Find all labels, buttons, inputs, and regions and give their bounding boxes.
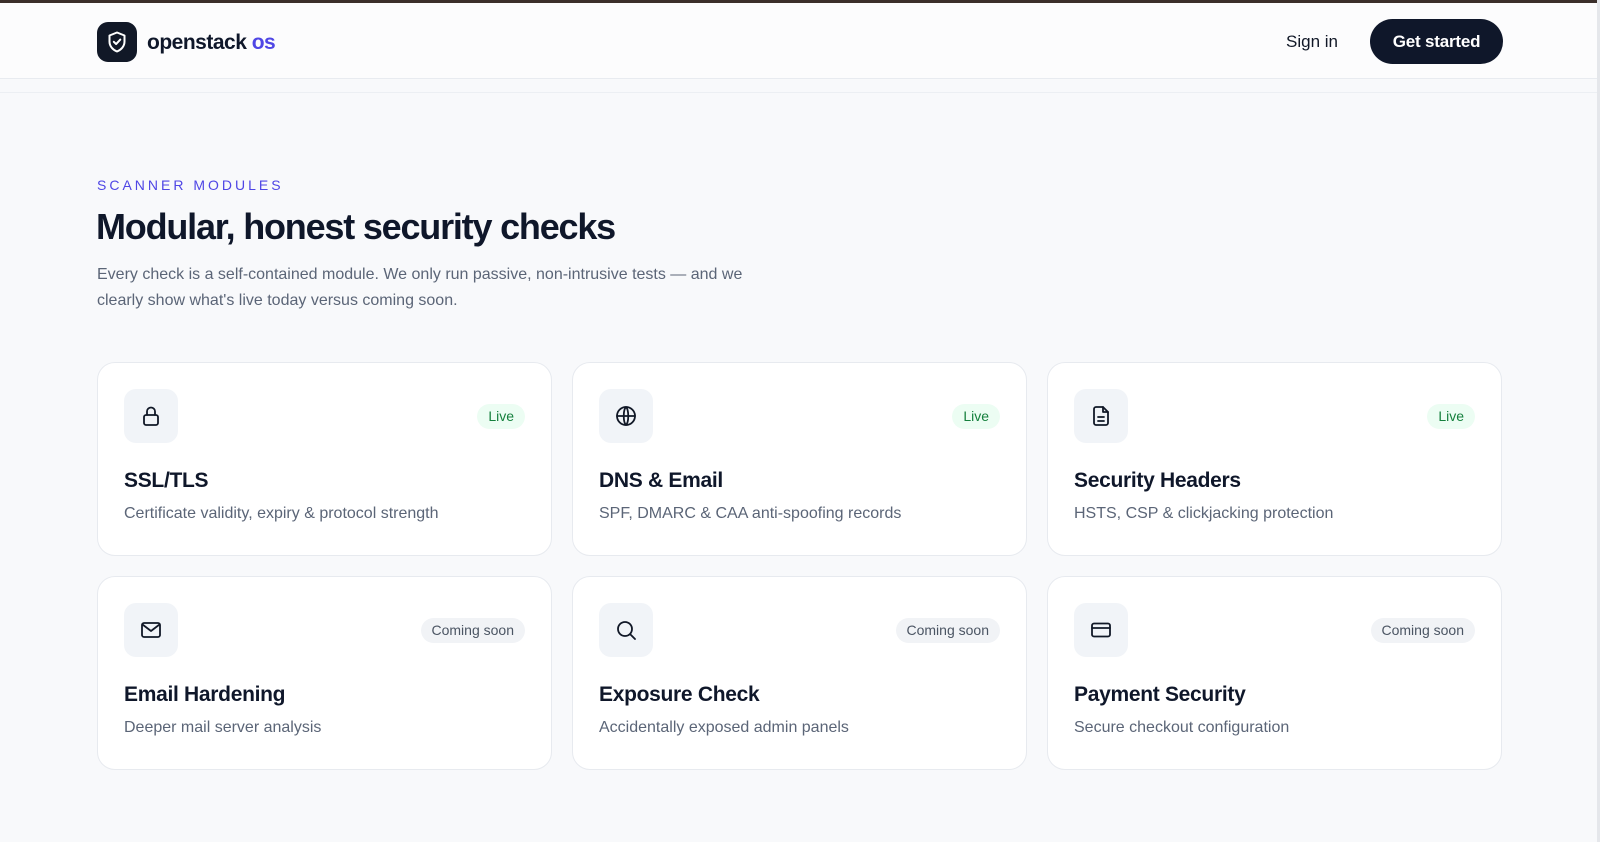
document-icon [1074, 389, 1128, 443]
module-description: Accidentally exposed admin panels [599, 719, 849, 736]
section-description-line-2: clearly show what's live today versus co… [97, 292, 458, 309]
module-title: Security Headers [1074, 469, 1241, 492]
status-badge: Coming soon [420, 618, 525, 643]
globe-icon [599, 389, 653, 443]
status-badge: Live [952, 404, 1000, 429]
brand-logo[interactable]: openstack os [147, 31, 276, 55]
module-description: Certificate validity, expiry & protocol … [124, 505, 439, 522]
section-title: Modular, honest security checks [96, 206, 616, 247]
brand-name: openstack [147, 31, 247, 54]
module-description: Deeper mail server analysis [124, 719, 322, 736]
search-icon [599, 603, 653, 657]
module-title: Payment Security [1074, 683, 1246, 706]
module-title: SSL/TLS [124, 469, 209, 492]
get-started-button[interactable]: Get started [1370, 19, 1503, 64]
status-badge: Coming soon [895, 618, 1000, 643]
module-card-email-hardening[interactable]: Coming soon Email Hardening Deeper mail … [97, 576, 552, 770]
module-card-payment-security[interactable]: Coming soon Payment Security Secure chec… [1047, 576, 1502, 770]
mail-icon [124, 603, 178, 657]
credit-card-icon [1074, 603, 1128, 657]
shield-check-icon[interactable] [97, 22, 137, 62]
sign-in-link[interactable]: Sign in [1286, 32, 1338, 52]
lock-icon [124, 389, 178, 443]
status-badge: Live [477, 404, 525, 429]
site-header: openstack os Sign in Get started [0, 3, 1600, 79]
module-card-security-headers[interactable]: Live Security Headers HSTS, CSP & clickj… [1047, 362, 1502, 556]
module-description: Secure checkout configuration [1074, 719, 1290, 736]
header-divider [0, 92, 1600, 93]
status-badge: Coming soon [1370, 618, 1475, 643]
section-description: Every check is a self-contained module. … [97, 262, 857, 314]
module-title: DNS & Email [599, 469, 723, 492]
brand-suffix: os [251, 31, 276, 54]
module-title: Email Hardening [124, 683, 286, 706]
module-title: Exposure Check [599, 683, 760, 706]
module-card-ssl-tls[interactable]: Live SSL/TLS Certificate validity, expir… [97, 362, 552, 556]
module-description: SPF, DMARC & CAA anti-spoofing records [599, 505, 902, 522]
module-description: HSTS, CSP & clickjacking protection [1074, 505, 1334, 522]
module-card-exposure-check[interactable]: Coming soon Exposure Check Accidentally … [572, 576, 1027, 770]
section-description-line-1: Every check is a self-contained module. … [97, 266, 743, 283]
section-eyebrow: SCANNER MODULES [97, 177, 284, 193]
module-card-dns-email[interactable]: Live DNS & Email SPF, DMARC & CAA anti-s… [572, 362, 1027, 556]
status-badge: Live [1427, 404, 1475, 429]
